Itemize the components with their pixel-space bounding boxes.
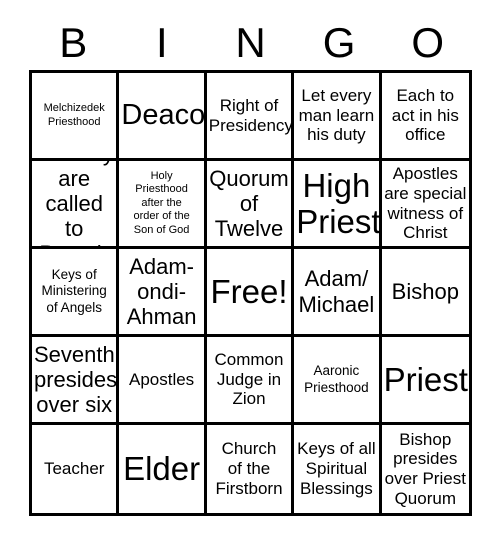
bingo-cell-label: Apostles: [128, 369, 195, 389]
bingo-header-row: B I N G O: [29, 18, 472, 68]
bingo-cell-r5c1[interactable]: Teacher: [32, 425, 120, 513]
bingo-cell-r2c5[interactable]: Apostles are special witness of Christ: [381, 161, 469, 249]
bingo-cell-r5c4[interactable]: Keys of all Spiritual Blessings: [294, 425, 382, 513]
bingo-cell-label: Deacon: [121, 98, 206, 131]
bingo-cell-r2c2[interactable]: Holy Priesthood after the order of the S…: [119, 161, 207, 249]
bingo-cell-r1c5[interactable]: Each to act in his office: [381, 73, 469, 161]
bingo-cell-label: Quorum of Twelve: [209, 165, 289, 242]
bingo-cell-r4c2[interactable]: Apostles: [119, 337, 207, 425]
bingo-cell-r5c5[interactable]: Bishop presides over Priest Quorum: [381, 425, 469, 513]
bingo-cell-r4c1[interactable]: Seventh presides over six: [32, 337, 120, 425]
bingo-card: B I N G O Melchizedek Priesthood Deacon …: [0, 0, 501, 544]
bingo-cell-r2c3[interactable]: Quorum of Twelve: [206, 161, 295, 249]
bingo-cell-label: Each to act in his office: [391, 85, 459, 145]
bingo-cell-r4c5[interactable]: Priest: [381, 337, 469, 425]
bingo-cell-label: Seventh presides over six: [34, 341, 118, 418]
bingo-cell-r3c4[interactable]: Adam/ Michael: [294, 249, 382, 337]
bingo-cell-label: Right of Presidency: [208, 95, 293, 135]
bingo-cell-r1c3[interactable]: Right of Presidency: [206, 73, 295, 161]
bingo-cell-r3c1[interactable]: Keys of Ministering of Angels: [32, 249, 120, 337]
bingo-cell-label: Elder: [123, 450, 201, 488]
bingo-cell-label: Teacher: [43, 459, 105, 479]
bingo-cell-r3c2[interactable]: Adam- ondi- Ahman: [119, 249, 207, 337]
bingo-cell-label: Bishop: [391, 278, 459, 304]
bingo-cell-label: Melchizedek Priesthood: [43, 102, 105, 128]
bingo-cell-label: Adam/ Michael: [298, 266, 375, 317]
bingo-header-letter-i: I: [156, 19, 168, 66]
bingo-cell-label: Aaronic Priesthood: [304, 363, 369, 395]
bingo-cell-r1c4[interactable]: Let every man learn his duty: [294, 73, 382, 161]
bingo-cell-label: Priest: [383, 360, 468, 398]
bingo-header-letter-o: O: [411, 19, 444, 66]
bingo-header-letter-g: G: [322, 19, 356, 66]
bingo-cell-label: Let every man learn his duty: [298, 85, 375, 145]
bingo-cell-r1c1[interactable]: Melchizedek Priesthood: [32, 73, 120, 161]
bingo-cell-label: Adam- ondi- Ahman: [126, 253, 197, 330]
bingo-cell-label: High Priest: [296, 166, 381, 240]
bingo-cell-r5c2[interactable]: Elder: [119, 425, 207, 513]
bingo-cell-r3c5[interactable]: Bishop: [381, 249, 469, 337]
bingo-cell-r2c1[interactable]: Seventy are called to Preach: [32, 161, 120, 249]
bingo-cell-label: Holy Priesthood after the order of the S…: [133, 169, 190, 236]
bingo-cell-label: Church of the Firstborn: [215, 439, 283, 498]
bingo-header-letter-b: B: [59, 19, 88, 66]
bingo-cell-label: Seventy are called to Preach: [34, 161, 114, 246]
bingo-free-space-label: Free!: [210, 272, 288, 310]
bingo-cell-r2c4[interactable]: High Priest: [294, 161, 382, 249]
bingo-cell-r4c3[interactable]: Common Judge in Zion: [206, 337, 295, 425]
bingo-cell-free-space[interactable]: Free!: [206, 249, 295, 337]
bingo-cell-label: Bishop presides over Priest Quorum: [384, 429, 466, 508]
bingo-cell-label: Keys of all Spiritual Blessings: [297, 439, 376, 498]
bingo-cell-label: Keys of Ministering of Angels: [41, 267, 107, 315]
bingo-cell-r4c4[interactable]: Aaronic Priesthood: [294, 337, 382, 425]
bingo-cell-r1c2[interactable]: Deacon: [119, 73, 207, 161]
bingo-header-letter-n: N: [235, 19, 266, 66]
bingo-cell-label: Apostles are special witness of Christ: [384, 164, 467, 243]
bingo-cell-label: Common Judge in Zion: [214, 349, 284, 409]
bingo-cell-r5c3[interactable]: Church of the Firstborn: [206, 425, 295, 513]
bingo-grid: Melchizedek Priesthood Deacon Right of P…: [29, 70, 472, 516]
